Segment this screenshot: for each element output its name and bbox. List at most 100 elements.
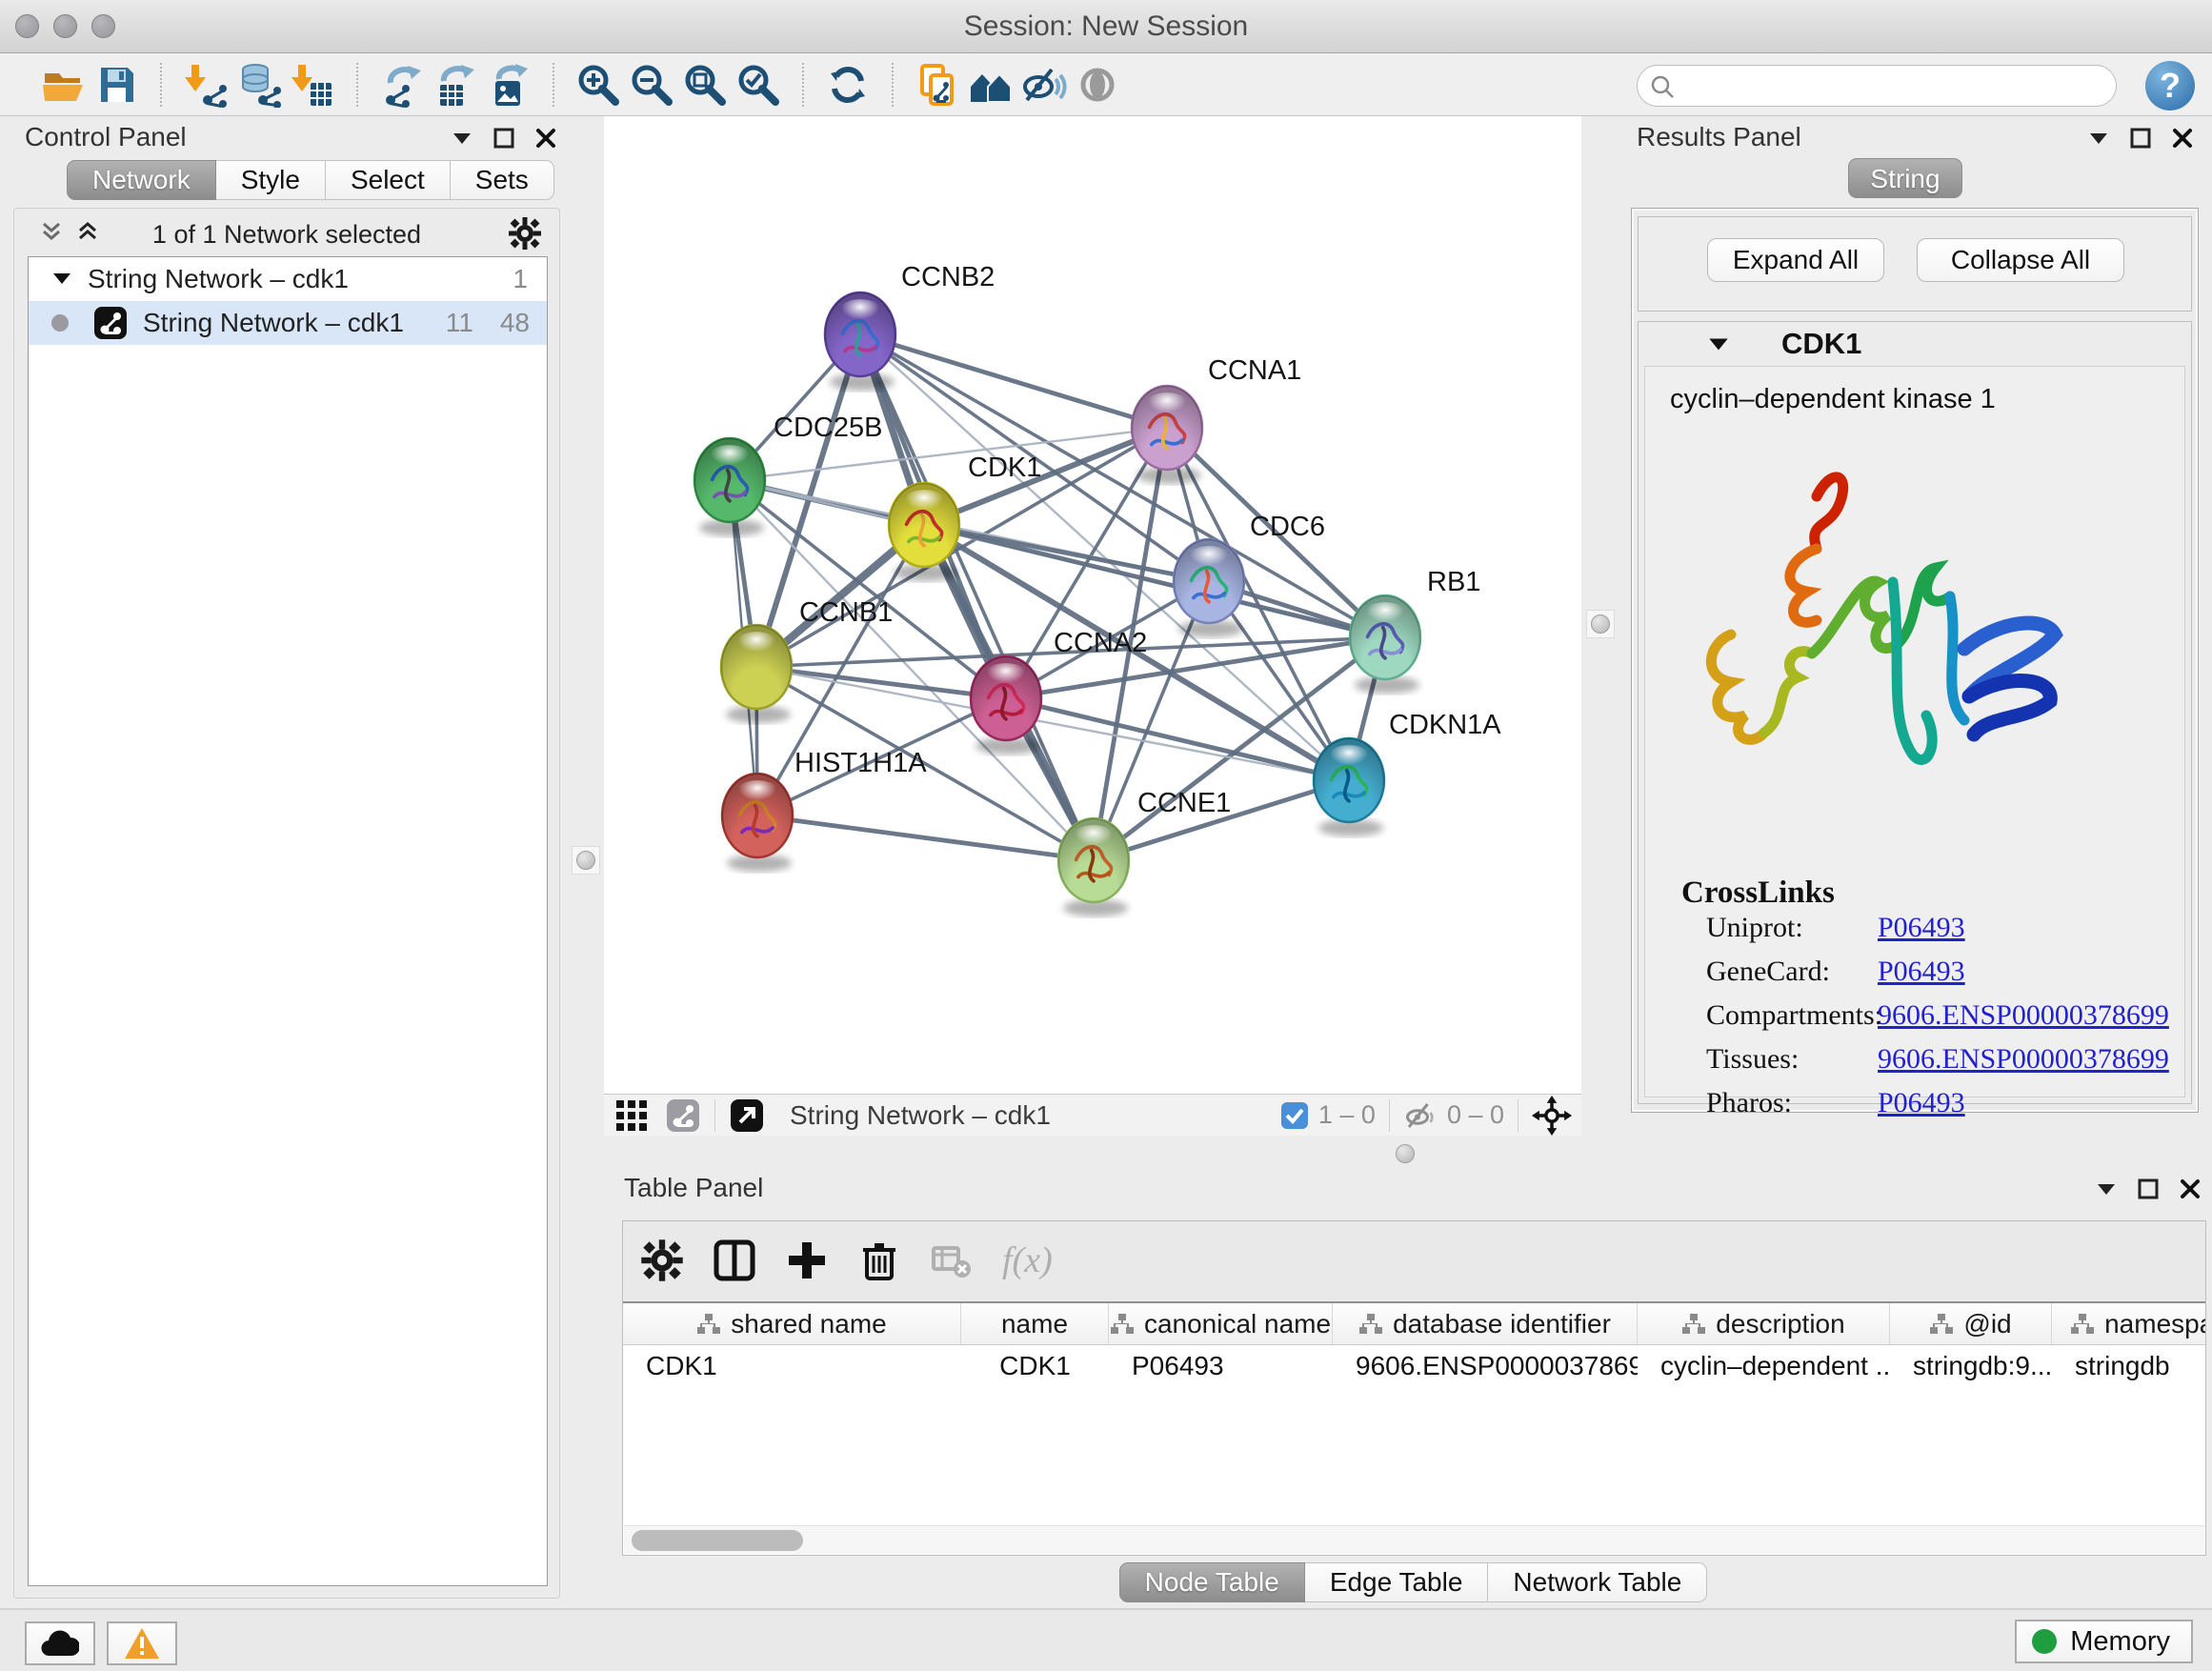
float-panel-icon[interactable]	[2136, 1177, 2161, 1201]
move-crosshair-icon[interactable]	[1532, 1096, 1572, 1136]
import-network-file-button[interactable]	[179, 58, 232, 111]
table-horizontal-scrollbar[interactable]	[624, 1525, 2204, 1554]
crosslink-link[interactable]: 9606.ENSP00000378699	[1878, 1043, 2169, 1076]
table-cell[interactable]: stringdb	[2052, 1345, 2205, 1389]
column-tree-icon	[696, 1312, 721, 1337]
birds-eye-grid-icon[interactable]	[613, 1097, 650, 1134]
table-cell[interactable]: 9606.ENSP00000378699	[1333, 1345, 1638, 1389]
zoom-fit-button[interactable]	[678, 58, 732, 111]
warning-triangle-icon	[124, 1627, 160, 1660]
tab-sets[interactable]: Sets	[451, 160, 554, 200]
export-table-button[interactable]	[429, 58, 482, 111]
close-panel-icon[interactable]	[533, 126, 558, 151]
float-panel-icon[interactable]	[2128, 126, 2153, 151]
expand-all-button[interactable]: Expand All	[1707, 238, 1884, 282]
selected-checkbox-icon[interactable]	[1280, 1101, 1309, 1130]
node-CDKN1A[interactable]	[1314, 738, 1384, 836]
tab-string[interactable]: String	[1848, 158, 1962, 198]
network-row-selected[interactable]: String Network – cdk1 11 48	[29, 301, 547, 345]
tree-expander-icon[interactable]	[50, 267, 74, 292]
show-graphics-button[interactable]	[1071, 58, 1124, 111]
node-CCNB1[interactable]	[721, 625, 792, 723]
tab-style[interactable]: Style	[216, 160, 326, 200]
memory-button[interactable]: Memory	[2015, 1620, 2193, 1663]
network-collection-row[interactable]: String Network – cdk1 1	[29, 257, 547, 301]
panel-menu-icon[interactable]	[2086, 126, 2111, 151]
column-header[interactable]: name	[961, 1303, 1109, 1344]
section-expander-icon[interactable]	[1705, 332, 1732, 358]
node-CDC6[interactable]	[1174, 539, 1244, 637]
zoom-selected-button[interactable]	[732, 58, 785, 111]
create-column-plus-icon[interactable]	[785, 1238, 829, 1282]
zoom-in-button[interactable]	[572, 58, 625, 111]
tab-network[interactable]: Network	[67, 160, 216, 200]
export-image-button[interactable]	[482, 58, 535, 111]
hidden-eye-slash-icon	[1403, 1098, 1438, 1133]
column-header[interactable]: @id	[1890, 1303, 2052, 1344]
table-tab-edge-table[interactable]: Edge Table	[1305, 1562, 1489, 1602]
network-canvas[interactable]: CCNB2CCNA1CDC25BCDK1CDC6RB1CCNB1CCNA2CDK…	[604, 116, 1581, 1094]
export-image-icon	[486, 62, 532, 108]
current-network-dot	[51, 314, 69, 332]
panel-menu-icon[interactable]	[2094, 1177, 2119, 1201]
copy-style-button[interactable]	[911, 58, 964, 111]
crosslink-row: Tissues:9606.ENSP00000378699	[1706, 1043, 2173, 1087]
tab-select[interactable]: Select	[326, 160, 451, 200]
table-tab-node-table[interactable]: Node Table	[1119, 1562, 1305, 1602]
crosslink-link[interactable]: P06493	[1878, 956, 1965, 988]
table-options-gear-icon[interactable]	[640, 1238, 684, 1282]
column-header[interactable]: shared name	[623, 1303, 961, 1344]
node-CDC25B[interactable]	[694, 438, 765, 536]
open-in-window-icon[interactable]	[729, 1097, 765, 1134]
delete-column-trash-icon[interactable]	[857, 1238, 901, 1282]
show-columns-icon[interactable]	[713, 1238, 756, 1282]
bottom-splitter-handle[interactable]	[1391, 1139, 1419, 1168]
search-input[interactable]	[1683, 68, 2102, 104]
gray-sphere-icon	[1075, 62, 1120, 108]
warnings-button[interactable]	[107, 1621, 177, 1665]
session-home-button[interactable]	[964, 58, 1017, 111]
table-tab-network-table[interactable]: Network Table	[1488, 1562, 1707, 1602]
node-HIST1H1A[interactable]	[722, 774, 793, 872]
apply-layout-button[interactable]	[821, 58, 875, 111]
network-options-gear-icon[interactable]	[508, 216, 542, 251]
search-field[interactable]	[1637, 65, 2117, 107]
node-CCNB2[interactable]	[825, 292, 895, 391]
close-panel-icon[interactable]	[2170, 126, 2195, 151]
export-network-button[interactable]	[375, 58, 429, 111]
node-CCNE1[interactable]	[1058, 818, 1129, 916]
table-cell[interactable]: CDK1	[623, 1345, 961, 1389]
open-session-button[interactable]	[36, 58, 90, 111]
close-panel-icon[interactable]	[2178, 1177, 2202, 1201]
panel-menu-icon[interactable]	[450, 126, 474, 151]
node-table[interactable]: shared namenamecanonical namedatabase id…	[623, 1301, 2205, 1555]
network-badge-gray-icon[interactable]	[665, 1097, 701, 1134]
zoom-out-button[interactable]	[625, 58, 678, 111]
column-header[interactable]: description	[1638, 1303, 1890, 1344]
help-button[interactable]: ?	[2145, 61, 2195, 111]
column-header[interactable]: database identifier	[1333, 1303, 1638, 1344]
left-splitter-handle[interactable]	[572, 846, 600, 875]
network-graph[interactable]: CCNB2CCNA1CDC25BCDK1CDC6RB1CCNB1CCNA2CDK…	[604, 116, 1581, 1094]
float-panel-icon[interactable]	[492, 126, 516, 151]
collapse-all-button[interactable]: Collapse All	[1917, 238, 2124, 282]
crosslink-link[interactable]: 9606.ENSP00000378699	[1878, 999, 2169, 1032]
network-label: String Network – cdk1	[143, 308, 404, 338]
right-splitter-handle[interactable]	[1586, 610, 1615, 638]
import-network-database-button[interactable]	[232, 58, 286, 111]
crosslink-link[interactable]: P06493	[1878, 912, 1965, 944]
node-RB1[interactable]	[1350, 595, 1420, 694]
hide-selected-button[interactable]	[1017, 58, 1071, 111]
cloud-status-button[interactable]	[25, 1621, 95, 1665]
save-session-button[interactable]	[90, 58, 143, 111]
crosslink-link[interactable]: P06493	[1878, 1087, 1965, 1119]
table-row[interactable]: CDK1CDK1P064939606.ENSP00000378699cyclin…	[623, 1345, 2205, 1389]
column-header[interactable]: namespace	[2052, 1303, 2205, 1344]
table-cell[interactable]: CDK1	[961, 1345, 1109, 1389]
table-cell[interactable]: cyclin–dependent ...	[1638, 1345, 1890, 1389]
table-cell[interactable]: stringdb:9...	[1890, 1345, 2052, 1389]
table-cell[interactable]: P06493	[1109, 1345, 1333, 1389]
scrollbar-thumb[interactable]	[632, 1530, 803, 1551]
column-header[interactable]: canonical name	[1109, 1303, 1333, 1344]
import-table-button[interactable]	[286, 58, 339, 111]
